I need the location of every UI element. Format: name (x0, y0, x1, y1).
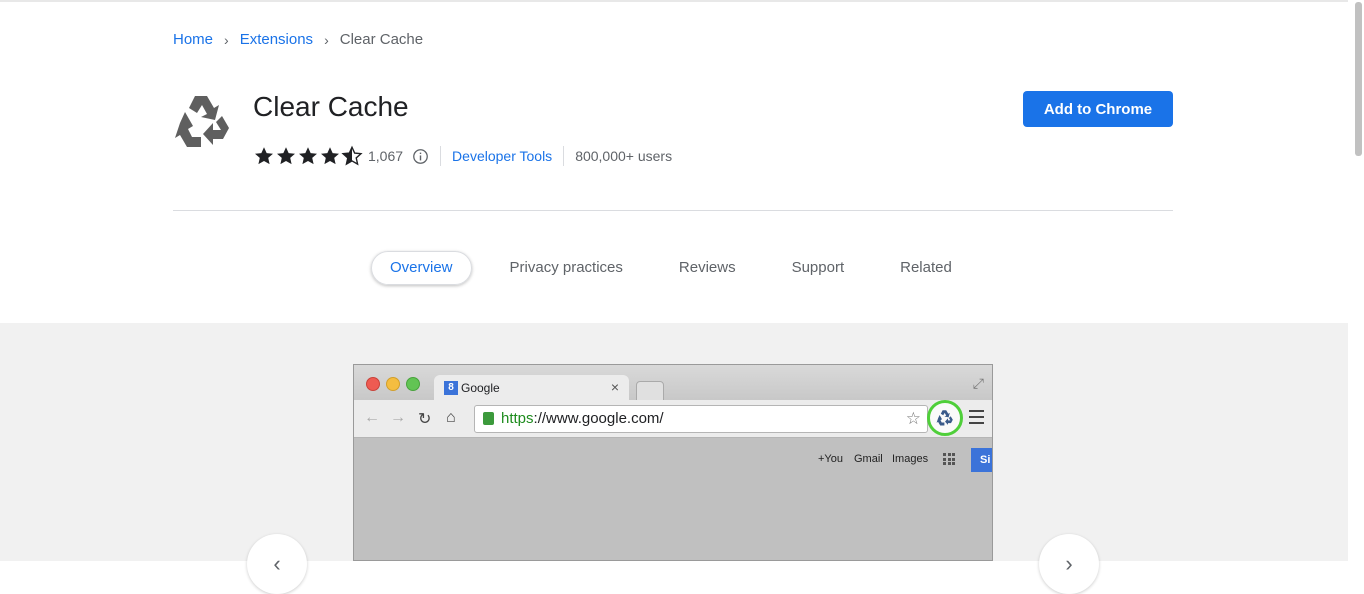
close-dot-icon (366, 377, 380, 391)
category-link[interactable]: Developer Tools (452, 148, 552, 164)
apps-grid-icon (943, 453, 955, 465)
screenshot-browser-tab: 8 Google × (434, 375, 629, 401)
info-icon[interactable] (412, 148, 429, 165)
screenshot-link-images: Images (892, 453, 929, 465)
tab-privacy-practices[interactable]: Privacy practices (492, 252, 641, 284)
google-favicon-icon: 8 (444, 381, 458, 395)
star-half-icon (341, 145, 363, 166)
breadcrumb-current: Clear Cache (339, 31, 424, 48)
breadcrumb-home-link[interactable]: Home (173, 31, 213, 48)
screenshot-titlebar: 8 Google × ⤢ (354, 365, 992, 401)
star-full-icon (299, 147, 317, 165)
screenshot-link-plus-you: +You (818, 453, 843, 465)
extension-meta: 1,067 Developer Tools 800,000+ users (253, 143, 672, 169)
url-rest: ://www.google.com/ (533, 410, 664, 427)
recycle-icon (175, 96, 229, 147)
breadcrumb: Home › Extensions › Clear Cache (173, 31, 423, 48)
back-arrow-icon: ← (364, 409, 380, 426)
chevron-right-icon: › (1065, 551, 1073, 576)
detail-tabs: Overview Privacy practices Reviews Suppo… (371, 251, 990, 285)
star-full-icon (277, 147, 295, 165)
reload-icon: ↻ (418, 411, 432, 428)
star-full-icon (255, 147, 273, 165)
top-border (0, 0, 1364, 2)
extension-title: Clear Cache (253, 91, 409, 122)
screenshot-address-bar: https://www.google.com/ ☆ (474, 405, 928, 433)
screenshot-link-gmail: Gmail (854, 453, 883, 465)
menu-icon (969, 410, 984, 424)
divider (563, 146, 565, 166)
new-tab-icon (636, 381, 664, 401)
recycle-icon (936, 410, 953, 426)
tab-related[interactable]: Related (882, 252, 970, 284)
gallery-next-button[interactable]: › (1039, 534, 1099, 594)
tab-overview[interactable]: Overview (371, 251, 472, 285)
gallery-prev-button[interactable]: ‹ (247, 534, 307, 594)
add-to-chrome-button[interactable]: Add to Chrome (1023, 91, 1173, 127)
forward-arrow-icon: → (390, 409, 406, 426)
screenshot-tab-title: Google (461, 381, 500, 395)
expand-icon: ⤢ (972, 375, 984, 391)
user-count: 800,000+ users (575, 148, 673, 164)
screenshot-gallery: ‹ › 8 Google × ⤢ ← → ↻ ⌂ https://www.goo… (0, 323, 1348, 594)
tab-reviews[interactable]: Reviews (661, 252, 754, 284)
screenshot-sign-in-button: Si (971, 448, 992, 472)
gallery-screenshot[interactable]: 8 Google × ⤢ ← → ↻ ⌂ https://www.google.… (353, 364, 993, 561)
home-icon: ⌂ (446, 409, 456, 426)
lock-icon (483, 412, 494, 425)
header-divider (173, 210, 1173, 211)
close-icon: × (610, 379, 619, 395)
divider (440, 146, 442, 166)
minimize-dot-icon (386, 377, 400, 391)
breadcrumb-extensions-link[interactable]: Extensions (240, 31, 313, 48)
maximize-dot-icon (406, 377, 420, 391)
star-full-icon (321, 147, 339, 165)
bookmark-star-icon: ☆ (905, 409, 921, 428)
rating-stars[interactable] (253, 145, 363, 167)
tab-support[interactable]: Support (774, 252, 863, 284)
chevron-left-icon: ‹ (273, 551, 281, 576)
page-scrollbar[interactable] (1348, 0, 1364, 561)
url-scheme: https (501, 410, 534, 427)
scrollbar-thumb[interactable] (1355, 2, 1362, 156)
clear-cache-extension-highlight (927, 400, 963, 436)
screenshot-toolbar: ← → ↻ ⌂ https://www.google.com/ ☆ (354, 400, 992, 438)
chevron-right-icon: › (224, 31, 229, 48)
rating-count[interactable]: 1,067 (368, 148, 403, 164)
chevron-right-icon: › (324, 31, 329, 48)
